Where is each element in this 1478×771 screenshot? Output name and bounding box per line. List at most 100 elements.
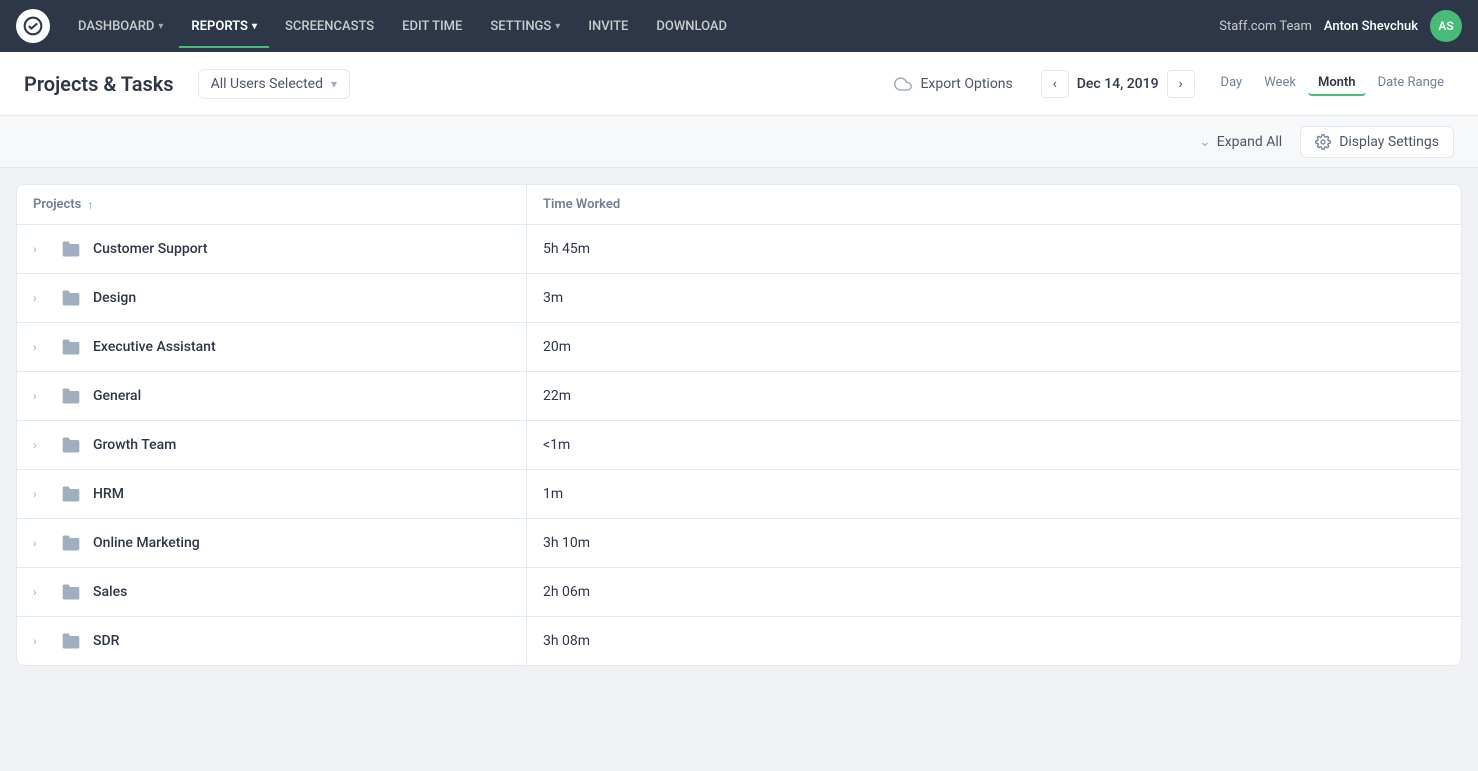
next-date-button[interactable]: › xyxy=(1167,70,1195,98)
top-navigation: DASHBOARD ▾ REPORTS ▾ SCREENCASTS EDIT T… xyxy=(0,0,1478,52)
table-row: › Executive Assistant 20m xyxy=(17,323,1461,372)
display-settings-label: Display Settings xyxy=(1339,134,1439,150)
users-selector[interactable]: All Users Selected ▾ xyxy=(198,69,350,99)
folder-icon xyxy=(59,484,83,504)
expand-row-icon[interactable]: › xyxy=(33,340,49,354)
folder-icon xyxy=(59,582,83,602)
project-cell-customer-support: › Customer Support xyxy=(17,225,527,273)
time-cell: 22m xyxy=(527,372,1461,420)
project-name: HRM xyxy=(93,486,124,502)
app-logo[interactable] xyxy=(16,9,50,43)
expand-row-icon[interactable]: › xyxy=(33,585,49,599)
subheader-right: Export Options ‹ Dec 14, 2019 › Day Week… xyxy=(882,69,1454,99)
chevron-collapse-icon: ⌄ xyxy=(1199,134,1211,150)
table-row: › Sales 2h 06m xyxy=(17,568,1461,617)
display-settings-button[interactable]: Display Settings xyxy=(1300,126,1454,158)
tab-date-range[interactable]: Date Range xyxy=(1368,71,1454,96)
export-options-label: Export Options xyxy=(920,76,1012,92)
current-date: Dec 14, 2019 xyxy=(1077,76,1159,92)
folder-icon xyxy=(59,239,83,259)
export-options-button[interactable]: Export Options xyxy=(882,69,1024,99)
table-row: › Customer Support 5h 45m xyxy=(17,225,1461,274)
time-cell: 20m xyxy=(527,323,1461,371)
gear-icon xyxy=(1315,134,1331,150)
expand-row-icon[interactable]: › xyxy=(33,634,49,648)
folder-icon xyxy=(59,435,83,455)
avatar[interactable]: AS xyxy=(1430,10,1462,42)
chevron-down-icon: ▾ xyxy=(252,21,257,32)
column-header-time-worked[interactable]: Time Worked xyxy=(527,185,1461,224)
folder-icon xyxy=(59,386,83,406)
column-header-projects[interactable]: Projects ↑ xyxy=(17,185,527,224)
project-cell-design: › Design xyxy=(17,274,527,322)
expand-row-icon[interactable]: › xyxy=(33,291,49,305)
time-cell: 2h 06m xyxy=(527,568,1461,616)
expand-all-button[interactable]: ⌄ Expand All xyxy=(1189,128,1292,156)
folder-icon xyxy=(59,288,83,308)
project-cell-growth-team: › Growth Team xyxy=(17,421,527,469)
project-name: Online Marketing xyxy=(93,535,200,551)
expand-row-icon[interactable]: › xyxy=(33,536,49,550)
subheader: Projects & Tasks All Users Selected ▾ Ex… xyxy=(0,52,1478,116)
folder-icon xyxy=(59,631,83,651)
expand-row-icon[interactable]: › xyxy=(33,242,49,256)
user-name: Anton Shevchuk xyxy=(1324,19,1418,34)
table-body: › Customer Support 5h 45m › Design 3m › xyxy=(17,225,1461,665)
folder-icon xyxy=(59,337,83,357)
table-row: › Design 3m xyxy=(17,274,1461,323)
users-selector-label: All Users Selected xyxy=(211,76,323,92)
table-header: Projects ↑ Time Worked xyxy=(17,185,1461,225)
project-name: Growth Team xyxy=(93,437,176,453)
nav-item-settings[interactable]: SETTINGS ▾ xyxy=(478,13,572,40)
table-row: › HRM 1m xyxy=(17,470,1461,519)
table-row: › Growth Team <1m xyxy=(17,421,1461,470)
project-cell-sales: › Sales xyxy=(17,568,527,616)
chevron-down-icon: ▾ xyxy=(158,21,163,32)
tab-day[interactable]: Day xyxy=(1211,71,1253,96)
time-cell: 3h 10m xyxy=(527,519,1461,567)
folder-icon xyxy=(59,533,83,553)
nav-item-screencasts[interactable]: SCREENCASTS xyxy=(273,13,386,40)
tab-week[interactable]: Week xyxy=(1254,71,1306,96)
nav-item-edit-time[interactable]: EDIT TIME xyxy=(390,13,474,40)
project-cell-hrm: › HRM xyxy=(17,470,527,518)
date-navigation: ‹ Dec 14, 2019 › xyxy=(1041,70,1195,98)
chevron-down-icon: ▾ xyxy=(555,21,560,32)
chevron-down-icon: ▾ xyxy=(331,77,337,91)
nav-item-invite[interactable]: INVITE xyxy=(576,13,640,40)
projects-table: Projects ↑ Time Worked › Customer Suppor… xyxy=(16,184,1462,666)
expand-row-icon[interactable]: › xyxy=(33,438,49,452)
page-title: Projects & Tasks xyxy=(24,72,174,96)
project-cell-general: › General xyxy=(17,372,527,420)
team-name: Staff.com Team xyxy=(1219,19,1312,34)
tab-month[interactable]: Month xyxy=(1308,71,1366,96)
sort-asc-icon: ↑ xyxy=(87,198,93,212)
time-cell: <1m xyxy=(527,421,1461,469)
project-cell-executive-assistant: › Executive Assistant xyxy=(17,323,527,371)
project-name: Design xyxy=(93,290,136,306)
expand-row-icon[interactable]: › xyxy=(33,487,49,501)
time-cell: 3m xyxy=(527,274,1461,322)
table-row: › General 22m xyxy=(17,372,1461,421)
project-cell-sdr: › SDR xyxy=(17,617,527,665)
time-cell: 5h 45m xyxy=(527,225,1461,273)
project-name: SDR xyxy=(93,633,119,649)
project-name: General xyxy=(93,388,141,404)
table-row: › SDR 3h 08m xyxy=(17,617,1461,665)
nav-item-dashboard[interactable]: DASHBOARD ▾ xyxy=(66,13,175,40)
time-cell: 1m xyxy=(527,470,1461,518)
nav-item-reports[interactable]: REPORTS ▾ xyxy=(179,13,269,40)
project-name: Sales xyxy=(93,584,127,600)
topnav-right: Staff.com Team Anton Shevchuk AS xyxy=(1219,10,1462,42)
project-cell-online-marketing: › Online Marketing xyxy=(17,519,527,567)
cloud-icon xyxy=(894,75,912,93)
prev-date-button[interactable]: ‹ xyxy=(1041,70,1069,98)
toolbar: ⌄ Expand All Display Settings xyxy=(0,116,1478,168)
expand-row-icon[interactable]: › xyxy=(33,389,49,403)
table-row: › Online Marketing 3h 10m xyxy=(17,519,1461,568)
expand-all-label: Expand All xyxy=(1217,134,1282,150)
date-range-tabs: Day Week Month Date Range xyxy=(1211,71,1454,96)
time-cell: 3h 08m xyxy=(527,617,1461,665)
project-name: Customer Support xyxy=(93,241,208,257)
nav-item-download[interactable]: DOWNLOAD xyxy=(644,13,739,40)
